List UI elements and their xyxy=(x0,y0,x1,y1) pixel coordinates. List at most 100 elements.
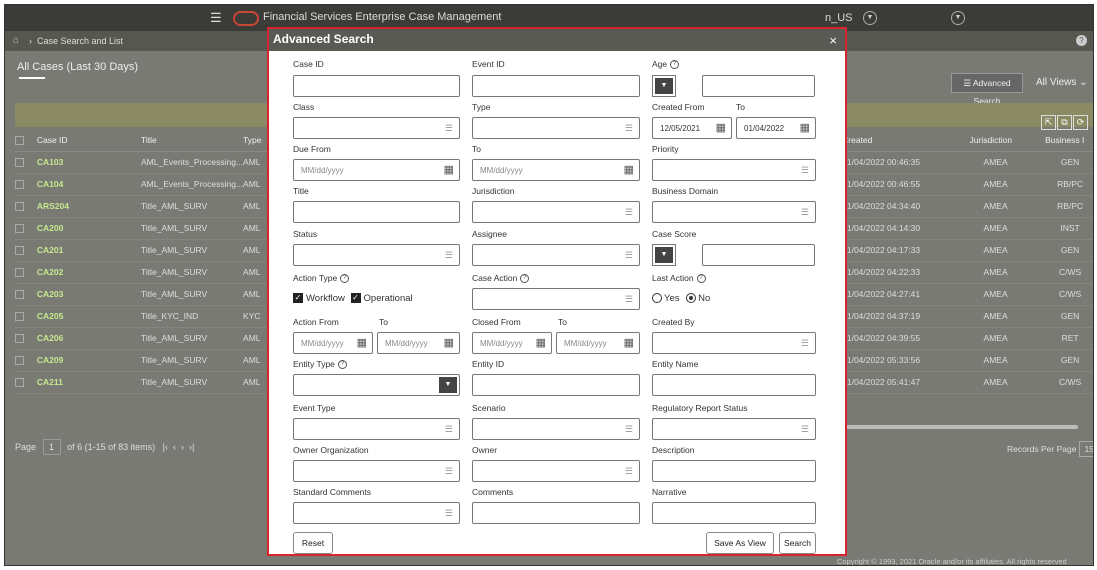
action-to-input[interactable]: MM/dd/yyyy ▦ xyxy=(377,332,460,354)
help-icon[interactable]: ? xyxy=(340,274,350,284)
calendar-icon[interactable]: ▦ xyxy=(357,336,367,349)
priority-select[interactable]: ☰ xyxy=(652,159,816,181)
case-id-link[interactable]: CA209 xyxy=(37,355,63,365)
page-number-input[interactable]: 1 xyxy=(42,439,61,455)
home-icon[interactable]: ⌂ xyxy=(13,35,19,46)
header-jurisdiction[interactable]: Jurisdiction xyxy=(969,129,1046,152)
business-domain-select[interactable]: ☰ xyxy=(652,201,816,223)
help-icon[interactable]: ? xyxy=(337,360,347,370)
comments-input[interactable] xyxy=(472,502,640,524)
row-checkbox[interactable] xyxy=(15,334,24,344)
row-checkbox[interactable] xyxy=(15,268,24,278)
entity-name-input[interactable] xyxy=(652,374,816,396)
row-checkbox[interactable] xyxy=(15,158,24,168)
age-operator-select[interactable]: ▼ xyxy=(652,75,676,97)
row-checkbox[interactable] xyxy=(15,312,24,322)
calendar-icon[interactable]: ▦ xyxy=(536,336,546,349)
help-icon[interactable]: ? xyxy=(520,274,530,284)
row-checkbox[interactable] xyxy=(15,224,24,234)
case-action-select[interactable]: ☰ xyxy=(472,288,640,310)
narrative-input[interactable] xyxy=(652,502,816,524)
case-score-operator-select[interactable]: ▼ xyxy=(652,244,676,266)
user-locale[interactable]: n_US xyxy=(825,12,853,24)
help-icon[interactable]: ? xyxy=(696,274,706,284)
calendar-icon[interactable]: ▦ xyxy=(716,121,726,134)
hamburger-menu-icon[interactable]: ☰ xyxy=(210,10,222,26)
case-id-link[interactable]: CA200 xyxy=(37,223,63,233)
std-comments-select[interactable]: ☰ xyxy=(293,502,460,524)
entity-type-select[interactable]: ▼ xyxy=(293,374,460,396)
header-created[interactable]: Created xyxy=(842,129,970,152)
reset-button[interactable]: Reset xyxy=(293,532,333,554)
horizontal-scrollbar[interactable] xyxy=(841,425,1078,429)
case-id-link[interactable]: CA205 xyxy=(37,311,63,321)
workflow-checkbox[interactable]: ✓ xyxy=(293,293,303,304)
header-title[interactable]: Title xyxy=(140,129,244,152)
last-action-no-radio[interactable] xyxy=(686,293,697,304)
copy-icon[interactable]: ⧉ xyxy=(1057,115,1072,130)
reg-report-status-select[interactable]: ☰ xyxy=(652,418,816,440)
scenario-select[interactable]: ☰ xyxy=(472,418,640,440)
due-from-input[interactable]: MM/dd/yyyy ▦ xyxy=(293,159,460,181)
case-id-link[interactable]: CA201 xyxy=(37,245,63,255)
event-type-select[interactable]: ☰ xyxy=(293,418,460,440)
created-to-input[interactable]: 01/04/2022 ▦ xyxy=(736,117,816,139)
operational-checkbox[interactable]: ✓ xyxy=(350,293,361,304)
case-id-link[interactable]: CA202 xyxy=(37,267,63,277)
calendar-icon[interactable]: ▦ xyxy=(624,336,634,349)
chevron-down-icon[interactable]: ▼ xyxy=(951,11,965,25)
closed-to-input[interactable]: MM/dd/yyyy ▦ xyxy=(556,332,640,354)
export-icon[interactable]: ⇱ xyxy=(1041,115,1056,130)
case-id-link[interactable]: CA103 xyxy=(37,157,63,167)
description-input[interactable] xyxy=(652,460,816,482)
age-input[interactable] xyxy=(702,75,815,97)
search-button[interactable]: Search xyxy=(779,532,816,554)
case-id-link[interactable]: CA203 xyxy=(37,289,63,299)
advanced-search-button[interactable]: ☰ Advanced Search xyxy=(951,73,1023,106)
due-to-input[interactable]: MM/dd/yyyy ▦ xyxy=(472,159,640,181)
help-icon[interactable]: ? xyxy=(670,60,680,70)
calendar-icon[interactable]: ▦ xyxy=(800,121,810,134)
action-from-input[interactable]: MM/dd/yyyy ▦ xyxy=(293,332,373,354)
class-select[interactable]: ☰ xyxy=(293,117,460,139)
case-id-link[interactable]: ARS204 xyxy=(37,201,69,211)
row-checkbox[interactable] xyxy=(15,180,24,190)
assignee-select[interactable]: ☰ xyxy=(472,244,640,266)
owner-select[interactable]: ☰ xyxy=(472,460,640,482)
select-all-checkbox[interactable] xyxy=(15,135,24,145)
case-id-link[interactable]: CA104 xyxy=(37,179,63,189)
created-by-select[interactable]: ☰ xyxy=(652,332,816,354)
status-select[interactable]: ☰ xyxy=(293,244,460,266)
row-checkbox[interactable] xyxy=(15,378,24,388)
row-checkbox[interactable] xyxy=(15,202,24,212)
calendar-icon[interactable]: ▦ xyxy=(444,336,454,349)
close-icon[interactable]: × xyxy=(829,33,837,48)
help-icon[interactable]: ? xyxy=(1076,35,1087,46)
rpp-select[interactable]: 15 xyxy=(1079,441,1093,457)
refresh-icon[interactable]: ⟳ xyxy=(1073,115,1088,130)
last-page-icon[interactable]: ›| xyxy=(189,442,194,452)
event-id-input[interactable] xyxy=(472,75,640,97)
row-checkbox[interactable] xyxy=(15,356,24,366)
chevron-down-icon[interactable]: ▼ xyxy=(863,11,877,25)
closed-from-input[interactable]: MM/dd/yyyy ▦ xyxy=(472,332,552,354)
first-page-icon[interactable]: |‹ xyxy=(163,442,168,452)
case-id-link[interactable]: CA211 xyxy=(37,377,63,387)
next-page-icon[interactable]: › xyxy=(181,442,184,452)
header-business[interactable]: Business I xyxy=(1045,129,1093,152)
case-id-link[interactable]: CA206 xyxy=(37,333,63,343)
all-views-dropdown[interactable]: All Views ⌄ xyxy=(1036,77,1088,88)
owner-org-select[interactable]: ☰ xyxy=(293,460,460,482)
header-case-id[interactable]: Case ID xyxy=(36,129,141,152)
title-input[interactable] xyxy=(293,201,460,223)
type-select[interactable]: ☰ xyxy=(472,117,640,139)
prev-page-icon[interactable]: ‹ xyxy=(173,442,176,452)
case-id-input[interactable] xyxy=(293,75,460,97)
row-checkbox[interactable] xyxy=(15,246,24,256)
calendar-icon[interactable]: ▦ xyxy=(444,163,454,176)
case-score-input[interactable] xyxy=(702,244,815,266)
save-as-view-button[interactable]: Save As View xyxy=(706,532,774,554)
row-checkbox[interactable] xyxy=(15,290,24,300)
last-action-yes-radio[interactable] xyxy=(652,293,662,304)
calendar-icon[interactable]: ▦ xyxy=(624,163,634,176)
